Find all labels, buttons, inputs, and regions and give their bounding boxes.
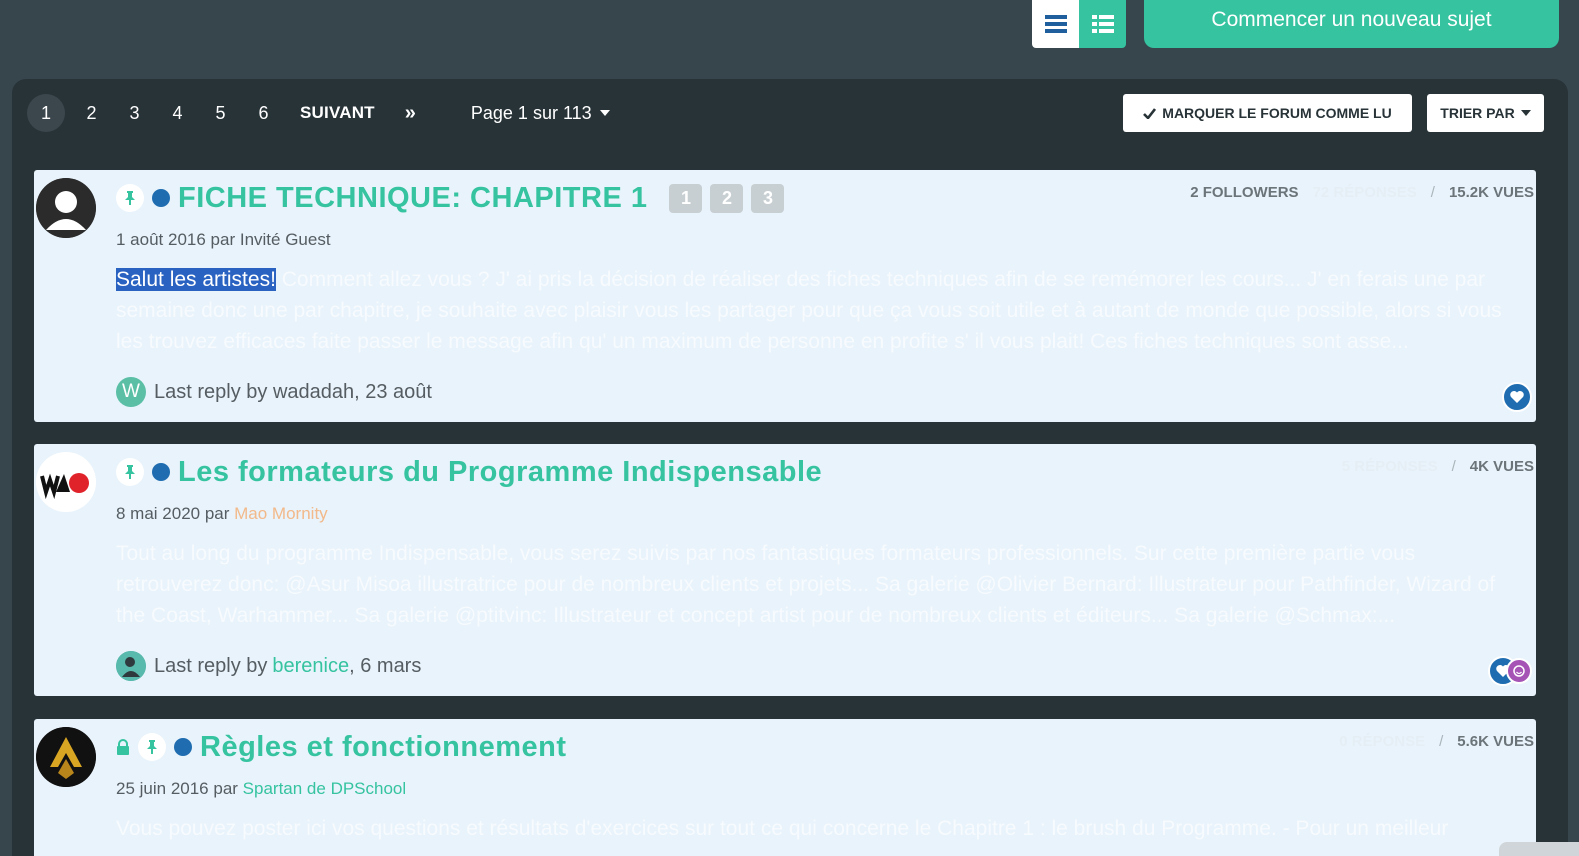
topic-date: 1 août 2016 par — [116, 230, 236, 249]
excerpt-text: Comment allez vous ? J' ai pris la décis… — [116, 268, 1502, 353]
pin-icon — [116, 184, 144, 212]
topic-page-link[interactable]: 2 — [710, 183, 744, 213]
mark-forum-read-button[interactable]: MARQUER LE FORUM COMME LU — [1123, 94, 1412, 132]
last-reply-date[interactable]: , 6 mars — [349, 655, 421, 678]
topic-meta: 25 juin 2016 par Spartan de DPSchool — [116, 779, 406, 799]
topic-row: Règles et fonctionnement 0 RÉPONSE / 5.6… — [34, 719, 1536, 856]
topic-title-row: Règles et fonctionnement — [116, 729, 567, 765]
excerpt-text: Tout au long du programme Indispensable,… — [116, 542, 1496, 627]
last-page-icon[interactable]: » — [405, 102, 416, 125]
lock-icon — [116, 739, 130, 755]
page-jump-dropdown[interactable]: Page 1 sur 113 — [471, 103, 610, 124]
unread-dot-icon — [152, 189, 170, 207]
mark-forum-read-label: MARQUER LE FORUM COMME LU — [1162, 105, 1392, 121]
replies-count: 5 RÉPONSES — [1341, 458, 1438, 475]
topic-stats: 2 FOLLOWERS 72 RÉPONSES / 15.2K VUES — [1190, 184, 1534, 201]
page-link-2[interactable]: 2 — [70, 94, 113, 132]
topic-title-row: Les formateurs du Programme Indispensabl… — [116, 454, 822, 490]
next-page-link[interactable]: SUIVANT — [300, 103, 375, 123]
views-count: 5.6K VUES — [1457, 733, 1534, 750]
followers-count[interactable]: 2 FOLLOWERS — [1190, 184, 1298, 201]
pagination: 1 2 3 4 5 6 SUIVANT » Page 1 sur 113 — [27, 94, 610, 132]
topic-page-link[interactable]: 1 — [669, 183, 703, 213]
topic-row: FICHE TECHNIQUE: CHAPITRE 1 1 2 3 2 FOLL… — [34, 170, 1536, 422]
topic-author-link[interactable]: Spartan de DPSchool — [243, 779, 407, 798]
scroll-corner — [1499, 842, 1579, 856]
topic-row: Les formateurs du Programme Indispensabl… — [34, 444, 1536, 696]
topic-title-link[interactable]: Les formateurs du Programme Indispensabl… — [178, 456, 822, 489]
selected-text: Salut les artistes! — [116, 268, 276, 291]
topic-stats: 0 RÉPONSE / 5.6K VUES — [1339, 733, 1534, 750]
page-link-1[interactable]: 1 — [27, 94, 65, 132]
pin-icon — [138, 733, 166, 761]
author-avatar[interactable] — [36, 727, 96, 787]
laugh-reaction-icon — [1506, 658, 1532, 684]
wao-logo-icon — [36, 452, 96, 512]
stats-separator: / — [1439, 733, 1444, 750]
topic-title-link[interactable]: Règles et fonctionnement — [200, 731, 567, 764]
page-link-5[interactable]: 5 — [199, 94, 242, 132]
topic-excerpt[interactable]: Tout au long du programme Indispensable,… — [116, 538, 1526, 631]
reply-avatar[interactable]: W — [116, 377, 146, 407]
last-reply: W Last reply by wadadah, 23 août — [116, 377, 432, 407]
sort-by-label: TRIER PAR — [1440, 105, 1515, 121]
excerpt-text: Vous pouvez poster ici vos questions et … — [116, 817, 1449, 840]
author-avatar[interactable] — [36, 178, 96, 238]
reactions[interactable] — [1488, 656, 1532, 686]
author-avatar[interactable] — [36, 452, 96, 512]
topic-author: Invité Guest — [239, 230, 331, 249]
topic-mini-pagination: 1 2 3 — [669, 183, 785, 213]
spartan-logo-icon — [36, 727, 96, 787]
topic-author-link[interactable]: Mao Mornity — [234, 504, 328, 523]
topic-stats: 5 RÉPONSES / 4K VUES — [1342, 458, 1534, 475]
topic-date: 25 juin 2016 par — [116, 779, 238, 798]
last-reply-text[interactable]: Last reply by wadadah, 23 août — [154, 381, 432, 404]
last-reply-user-link[interactable]: berenice — [272, 655, 349, 678]
pin-icon — [116, 458, 144, 486]
page-link-3[interactable]: 3 — [113, 94, 156, 132]
topic-title-link[interactable]: FICHE TECHNIQUE: CHAPITRE 1 — [178, 182, 647, 215]
topic-page-link[interactable]: 3 — [751, 183, 785, 213]
topic-meta: 1 août 2016 par Invité Guest — [116, 230, 331, 250]
list-icon — [1044, 15, 1067, 33]
reply-avatar[interactable] — [116, 651, 146, 681]
topic-meta: 8 mai 2020 par Mao Mornity — [116, 504, 328, 524]
heart-icon — [1502, 382, 1532, 412]
unread-dot-icon — [152, 463, 170, 481]
view-toggle — [1032, 0, 1126, 48]
grid-list-icon — [1091, 15, 1114, 33]
stats-separator: / — [1451, 458, 1456, 475]
caret-down-icon — [1520, 110, 1531, 116]
last-reply: Last reply by berenice, 6 mars — [116, 651, 421, 681]
stats-separator: / — [1430, 184, 1435, 201]
topic-excerpt[interactable]: Salut les artistes! Comment allez vous ?… — [116, 264, 1526, 357]
reactions[interactable] — [1502, 382, 1532, 412]
page-link-6[interactable]: 6 — [242, 94, 285, 132]
page-status: Page 1 sur 113 — [470, 102, 592, 123]
user-photo-icon — [116, 651, 146, 681]
new-topic-button[interactable]: Commencer un nouveau sujet — [1144, 0, 1559, 48]
caret-down-icon — [599, 110, 610, 116]
default-user-icon — [36, 178, 96, 238]
grid-view-button[interactable] — [1079, 0, 1126, 48]
list-view-button[interactable] — [1032, 0, 1079, 48]
page-link-4[interactable]: 4 — [156, 94, 199, 132]
sort-by-button[interactable]: TRIER PAR — [1427, 94, 1544, 132]
topic-excerpt[interactable]: Vous pouvez poster ici vos questions et … — [116, 813, 1526, 853]
replies-count: 0 RÉPONSE — [1339, 733, 1426, 750]
views-count: 15.2K VUES — [1448, 184, 1534, 201]
topic-date: 8 mai 2020 par — [116, 504, 230, 523]
last-reply-prefix: Last reply by — [154, 654, 268, 677]
views-count: 4K VUES — [1469, 458, 1534, 475]
unread-dot-icon — [174, 738, 192, 756]
replies-count: 72 RÉPONSES — [1312, 184, 1417, 201]
topic-title-row: FICHE TECHNIQUE: CHAPITRE 1 1 2 3 — [116, 180, 785, 216]
check-icon — [1143, 107, 1157, 119]
